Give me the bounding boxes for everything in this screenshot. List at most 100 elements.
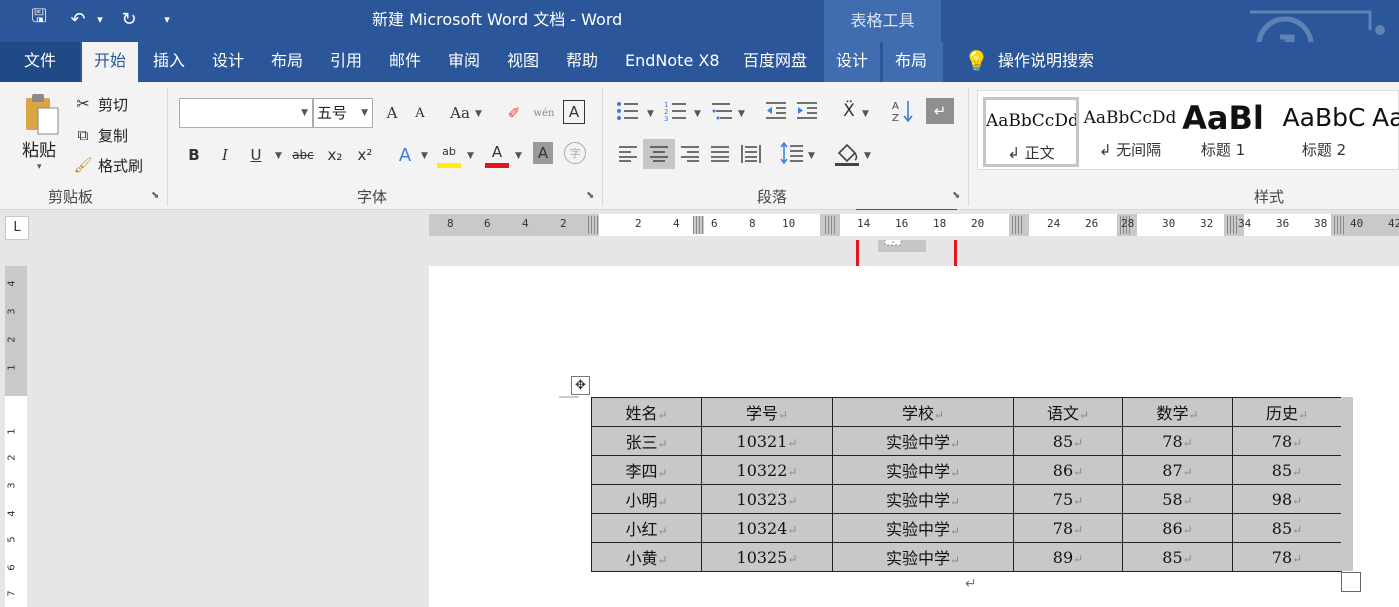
- table-cell[interactable]: 86↵: [1122, 513, 1233, 543]
- tab-table-layout[interactable]: 布局: [883, 42, 944, 82]
- grow-font-icon[interactable]: A: [381, 100, 403, 126]
- horizontal-ruler[interactable]: 8 6 4 2 2 4 6 8 10 14 16 18 20 24 26 28 30 32 34 36 38 40 42: [429, 214, 1399, 236]
- bullets-icon[interactable]: [616, 100, 640, 122]
- style-no-spacing[interactable]: AaBbCcDd ↲ 无间隔: [1082, 97, 1178, 167]
- tab-table-design[interactable]: 设计: [824, 42, 881, 82]
- phonetic-guide-icon[interactable]: wén: [532, 100, 556, 126]
- column-marker[interactable]: [1227, 216, 1238, 234]
- chevron-down-icon[interactable]: ▼: [421, 151, 428, 161]
- distributed-icon[interactable]: [741, 144, 761, 164]
- copy-button[interactable]: 复制: [98, 125, 128, 146]
- table-cell[interactable]: 78↵: [1232, 542, 1342, 572]
- tab-references[interactable]: 引用: [318, 42, 374, 82]
- column-marker[interactable]: [1334, 216, 1345, 234]
- table-cell[interactable]: 实验中学↵: [832, 455, 1014, 485]
- table-cell[interactable]: 10325↵: [701, 542, 833, 572]
- column-marker[interactable]: [825, 216, 836, 234]
- table-cell[interactable]: 78↵: [1013, 513, 1123, 543]
- column-marker[interactable]: [693, 216, 704, 234]
- table-cell[interactable]: 小黄↵: [591, 542, 702, 572]
- decrease-indent-icon[interactable]: [764, 100, 788, 122]
- underline-icon[interactable]: U: [245, 142, 267, 168]
- change-case-icon[interactable]: Aa: [447, 100, 473, 126]
- table-header-cell[interactable]: 历史↵: [1232, 397, 1342, 427]
- justify-icon[interactable]: [711, 146, 729, 162]
- align-center-button[interactable]: [643, 139, 675, 169]
- table-cell[interactable]: 85↵: [1232, 513, 1342, 543]
- clear-formatting-icon[interactable]: ✐: [502, 100, 526, 126]
- table-cell[interactable]: 85↵: [1232, 455, 1342, 485]
- subscript-icon[interactable]: x₂: [323, 142, 347, 168]
- table-cell[interactable]: 98↵: [1232, 484, 1342, 514]
- tab-home[interactable]: 开始: [82, 42, 139, 82]
- paste-dropdown-icon[interactable]: ▾: [37, 162, 42, 172]
- chevron-down-icon[interactable]: ▼: [862, 109, 869, 119]
- chevron-down-icon[interactable]: ▼: [808, 151, 815, 161]
- paragraph-launcher-icon[interactable]: ⬊: [952, 190, 960, 201]
- table-cell[interactable]: 实验中学↵: [832, 484, 1014, 514]
- table-cell[interactable]: 李四↵: [591, 455, 702, 485]
- table-cell[interactable]: 87↵: [1122, 455, 1233, 485]
- chevron-down-icon[interactable]: ▼: [738, 109, 745, 119]
- bold-icon[interactable]: B: [183, 142, 205, 168]
- table-cell[interactable]: 58↵: [1122, 484, 1233, 514]
- table-cell[interactable]: 85↵: [1013, 426, 1123, 456]
- table-cell[interactable]: 75↵: [1013, 484, 1123, 514]
- redo-icon[interactable]: ↻: [116, 0, 142, 38]
- font-size-combo[interactable]: 五号 ▼: [313, 98, 373, 128]
- superscript-icon[interactable]: x²: [353, 142, 377, 168]
- tab-help[interactable]: 帮助: [554, 42, 610, 82]
- tab-view[interactable]: 视图: [495, 42, 551, 82]
- table-header-cell[interactable]: 姓名↵: [591, 397, 702, 427]
- save-icon[interactable]: 🖫: [26, 0, 52, 38]
- chevron-down-icon[interactable]: ▼: [647, 109, 654, 119]
- chevron-down-icon[interactable]: ▼: [275, 151, 282, 161]
- undo-dropdown-icon[interactable]: ▾: [94, 0, 106, 38]
- tab-file[interactable]: 文件: [0, 42, 81, 82]
- table-cell[interactable]: 实验中学↵: [832, 513, 1014, 543]
- tab-baidu-netdisk[interactable]: 百度网盘: [731, 42, 819, 82]
- style-heading-1[interactable]: AaBl 标题 1: [1180, 97, 1266, 167]
- table-cell[interactable]: 10322↵: [701, 455, 833, 485]
- font-color-icon[interactable]: A: [485, 140, 509, 168]
- style-normal[interactable]: AaBbCcDd ↲ 正文: [983, 97, 1079, 167]
- format-painter-button[interactable]: 格式刷: [98, 155, 143, 176]
- tab-insert[interactable]: 插入: [141, 42, 197, 82]
- numbering-icon[interactable]: 1 2 3: [664, 100, 688, 122]
- shading-icon[interactable]: [835, 141, 859, 167]
- document-page[interactable]: ✥ 姓名↵ 学号↵ 学校↵ 语文↵ 数学↵ 历史↵ 张三↵ 10321↵ 实验中学↵ 85↵ 78↵…: [429, 266, 1399, 607]
- column-marker[interactable]: [1012, 216, 1023, 234]
- table-cell[interactable]: 实验中学↵: [832, 542, 1014, 572]
- shrink-font-icon[interactable]: A: [409, 100, 431, 126]
- table-cell[interactable]: 89↵: [1013, 542, 1123, 572]
- show-formatting-marks-icon[interactable]: ↵: [926, 98, 954, 124]
- highlight-icon[interactable]: ab: [437, 140, 461, 168]
- clipboard-launcher-icon[interactable]: ⬊: [151, 190, 159, 201]
- table-header-cell[interactable]: 语文↵: [1013, 397, 1123, 427]
- table-cell[interactable]: 10324↵: [701, 513, 833, 543]
- chevron-down-icon[interactable]: ▼: [515, 151, 522, 161]
- paste-icon[interactable]: [22, 92, 62, 136]
- data-table[interactable]: 姓名↵ 学号↵ 学校↵ 语文↵ 数学↵ 历史↵ 张三↵ 10321↵ 实验中学↵ 85↵ 78↵ 78…: [591, 397, 1342, 572]
- tab-review[interactable]: 审阅: [436, 42, 492, 82]
- paste-button[interactable]: 粘贴: [22, 136, 56, 161]
- table-header-cell[interactable]: 数学↵: [1122, 397, 1233, 427]
- table-cell[interactable]: 85↵: [1122, 542, 1233, 572]
- format-painter-icon[interactable]: 🖌: [72, 154, 94, 176]
- style-title[interactable]: Aa: [1372, 97, 1399, 167]
- italic-icon[interactable]: I: [214, 142, 236, 168]
- strikethrough-icon[interactable]: abc: [289, 142, 317, 168]
- style-heading-2[interactable]: AaBbC 标题 2: [1276, 97, 1372, 167]
- cut-button[interactable]: 剪切: [98, 94, 128, 115]
- undo-icon[interactable]: ↶: [64, 0, 92, 38]
- tab-selector[interactable]: L: [5, 216, 29, 240]
- table-cell[interactable]: 10321↵: [701, 426, 833, 456]
- chevron-down-icon[interactable]: ▼: [694, 109, 701, 119]
- chevron-down-icon[interactable]: ▼: [864, 151, 871, 161]
- font-name-combo[interactable]: ▼: [179, 98, 313, 128]
- column-marker[interactable]: [588, 216, 599, 234]
- line-spacing-icon[interactable]: [780, 142, 804, 164]
- table-cell[interactable]: 78↵: [1232, 426, 1342, 456]
- table-cell[interactable]: 小红↵: [591, 513, 702, 543]
- chevron-down-icon[interactable]: ▼: [467, 151, 474, 161]
